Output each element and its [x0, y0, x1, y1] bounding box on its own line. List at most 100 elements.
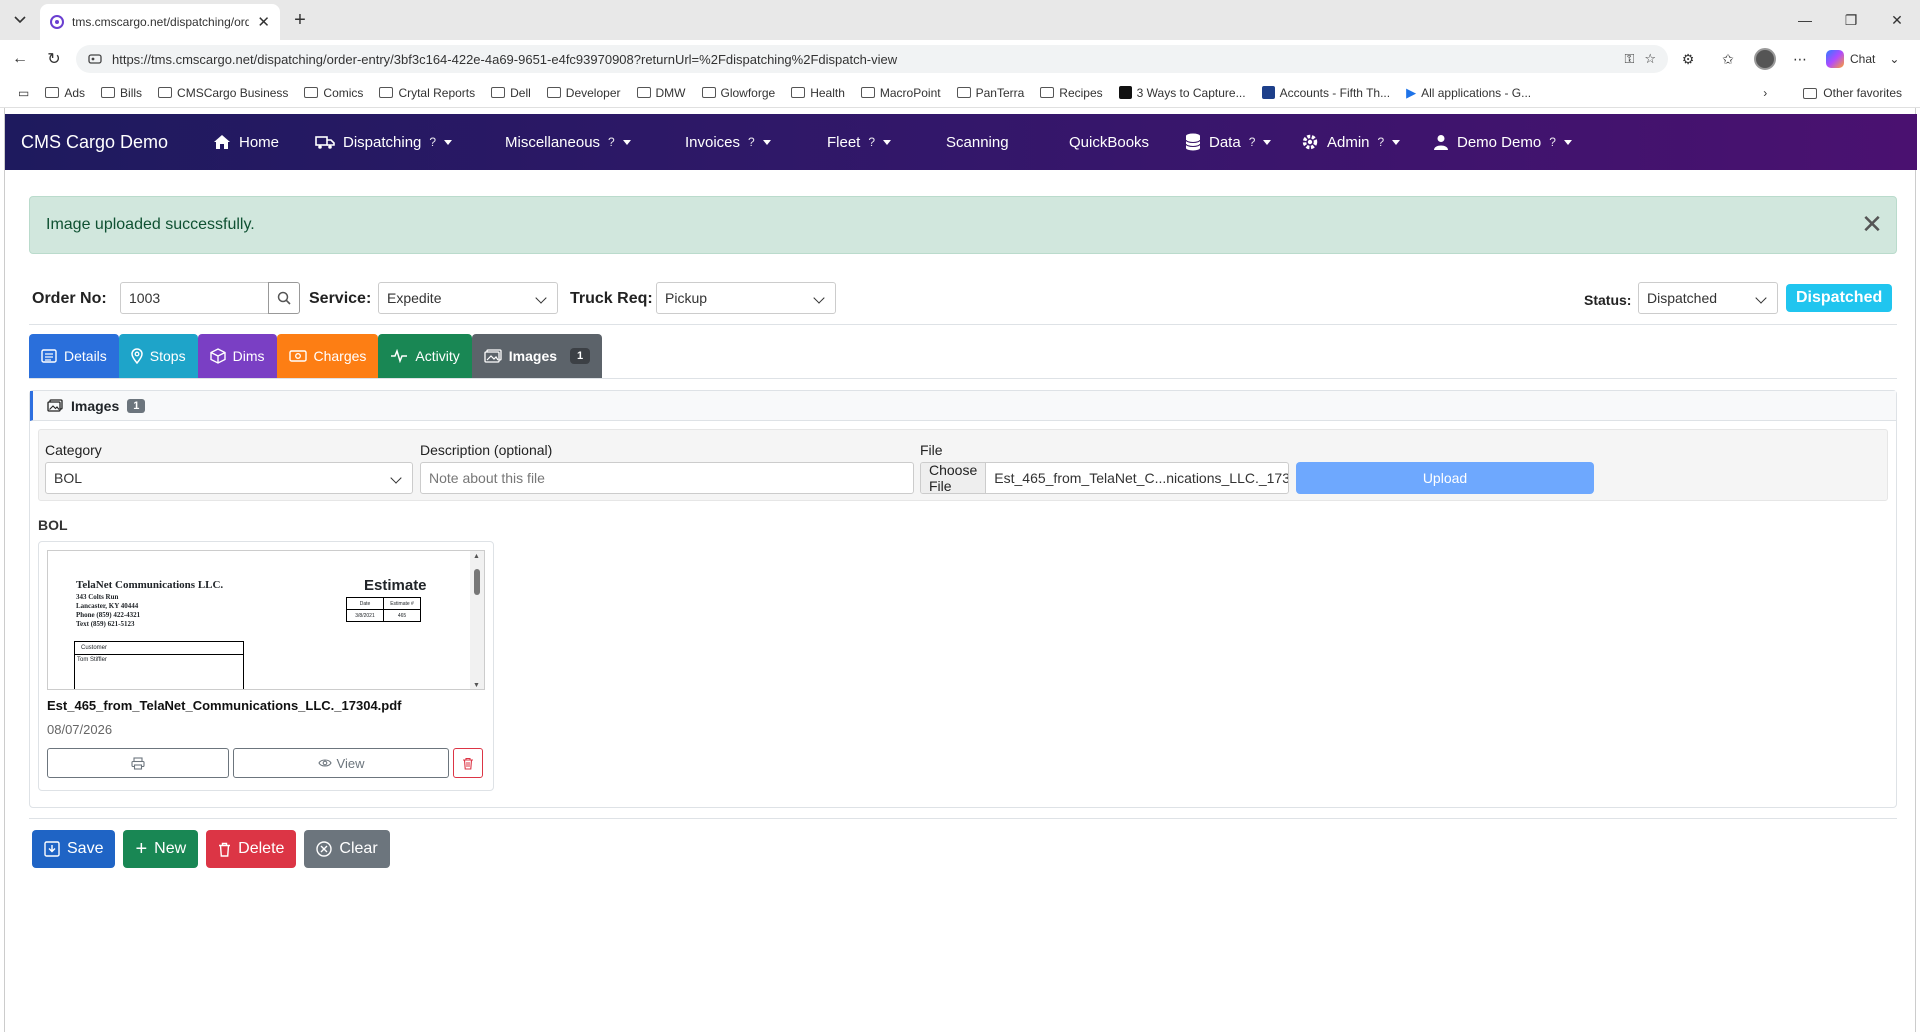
bookmark-item[interactable]: MacroPoint — [853, 86, 949, 100]
save-button[interactable]: Save — [32, 830, 116, 868]
close-tab-icon[interactable]: ✕ — [257, 13, 270, 31]
copilot-chat-button[interactable]: Chat ⌄ — [1826, 47, 1899, 71]
order-search-button[interactable] — [268, 282, 300, 314]
favorite-star-icon[interactable]: ☆ — [1644, 51, 1656, 67]
choose-file-button[interactable]: Choose File — [921, 463, 987, 493]
extensions-icon[interactable]: ⚙ — [1676, 47, 1700, 71]
bookmark-item[interactable]: Glowforge — [694, 86, 784, 100]
delete-button[interactable]: Delete — [206, 830, 297, 868]
bookmark-item[interactable]: Ads — [37, 86, 93, 100]
help-icon[interactable]: ? — [1378, 135, 1385, 149]
folder-icon — [860, 87, 875, 98]
help-icon[interactable]: ? — [868, 135, 875, 149]
nav-fleet[interactable]: Fleet ? — [827, 114, 892, 170]
nav-scanning[interactable]: Scanning — [946, 114, 1009, 170]
truck-req-select[interactable]: Pickup — [656, 282, 836, 314]
restore-icon[interactable]: ❐ — [1828, 0, 1874, 40]
nav-user[interactable]: Demo Demo ? — [1433, 114, 1572, 170]
tab-divider — [29, 378, 1897, 379]
chevron-down-icon[interactable]: ⌄ — [1889, 52, 1899, 66]
folder-icon — [1040, 87, 1055, 98]
nav-data[interactable]: Data ? — [1185, 114, 1272, 170]
window-close-icon[interactable]: ✕ — [1874, 0, 1920, 40]
new-button[interactable]: + New — [123, 830, 199, 868]
tab-charges[interactable]: Charges — [276, 334, 379, 378]
file-input[interactable]: Choose File Est_465_from_TelaNet_C...nic… — [920, 462, 1289, 494]
tab-list-dropdown-icon[interactable] — [8, 8, 32, 32]
help-icon[interactable]: ? — [429, 135, 436, 149]
site-info-icon[interactable] — [88, 52, 102, 66]
nav-home[interactable]: Home — [213, 114, 279, 170]
x-circle-icon — [316, 841, 333, 857]
tab-details[interactable]: Details — [29, 334, 119, 378]
preview-estimate-table: Date Estimate # 3/8/2021 465 — [346, 597, 421, 622]
bookmark-item[interactable]: Accounts - Fifth Th... — [1254, 86, 1398, 100]
clear-button[interactable]: Clear — [304, 830, 390, 868]
upload-button[interactable]: Upload — [1296, 462, 1594, 494]
help-icon[interactable]: ? — [748, 135, 755, 149]
tab-activity[interactable]: Activity — [378, 334, 472, 378]
address-bar[interactable]: https://tms.cmscargo.net/dispatching/ord… — [76, 45, 1668, 73]
bookmark-item[interactable]: Bills — [93, 86, 150, 100]
url-text: https://tms.cmscargo.net/dispatching/ord… — [112, 51, 898, 67]
scroll-thumb[interactable] — [474, 569, 480, 595]
profile-avatar[interactable] — [1754, 48, 1776, 70]
folder-icon — [304, 87, 319, 98]
bookmark-item[interactable]: Crytal Reports — [371, 86, 483, 100]
bookmark-item[interactable]: Recipes — [1032, 86, 1110, 100]
bookmark-item[interactable]: Health — [783, 86, 853, 100]
images-card-header: Images 1 — [30, 391, 1896, 421]
favorites-icon[interactable]: ✩ — [1716, 47, 1740, 71]
pdf-page: TelaNet Communications LLC. 343 Colts Ru… — [48, 551, 472, 689]
view-button[interactable]: View — [233, 748, 449, 778]
tab-images[interactable]: Images 1 — [471, 334, 603, 378]
bookmark-item[interactable]: DMW — [629, 86, 694, 100]
browser-tab-active[interactable]: tms.cmscargo.net/dispatching/ord ✕ — [40, 4, 280, 40]
nav-dispatching[interactable]: Dispatching ? — [315, 114, 453, 170]
chevron-right-icon[interactable]: › — [1763, 86, 1767, 100]
bookmark-item[interactable]: CMSCargo Business — [150, 86, 296, 100]
bookmark-item[interactable]: ▶ All applications - G... — [1398, 85, 1539, 101]
folder-icon — [379, 87, 394, 98]
folder-icon — [45, 87, 60, 98]
nav-miscellaneous[interactable]: Miscellaneous ? — [505, 114, 631, 170]
other-favorites[interactable]: Other favorites — [1823, 86, 1902, 100]
pdf-preview[interactable]: TelaNet Communications LLC. 343 Colts Ru… — [47, 550, 485, 690]
status-select[interactable]: Dispatched — [1638, 282, 1778, 314]
minimize-icon[interactable]: — — [1782, 0, 1828, 40]
reload-icon[interactable]: ↻ — [42, 47, 66, 71]
bookmark-item[interactable]: Developer — [539, 86, 629, 100]
help-icon[interactable]: ? — [608, 135, 615, 149]
brand-link[interactable]: CMS Cargo Demo — [21, 114, 168, 170]
delete-image-button[interactable] — [453, 748, 483, 778]
tab-dims[interactable]: Dims — [197, 334, 277, 378]
more-icon[interactable]: ⋯ — [1788, 47, 1812, 71]
file-label: File — [920, 442, 943, 458]
tab-stops[interactable]: Stops — [118, 334, 198, 378]
scroll-up-icon[interactable]: ▲ — [473, 553, 480, 560]
nav-admin[interactable]: Admin ? — [1301, 114, 1401, 170]
trash-icon — [219, 842, 231, 857]
reading-mode-icon[interactable]: ▭ — [10, 86, 37, 100]
scroll-down-icon[interactable]: ▼ — [473, 682, 480, 689]
close-icon[interactable]: ✕ — [1860, 211, 1884, 237]
bookmark-item[interactable]: Dell — [483, 86, 539, 100]
bookmark-item[interactable]: PanTerra — [949, 86, 1033, 100]
key-icon[interactable]: ⚿ — [1624, 51, 1634, 67]
service-select[interactable]: Expedite — [378, 282, 558, 314]
back-icon[interactable]: ← — [8, 47, 32, 71]
category-select[interactable]: BOL — [45, 462, 413, 494]
help-icon[interactable]: ? — [1249, 135, 1256, 149]
caret-down-icon — [883, 139, 892, 145]
nav-quickbooks[interactable]: QuickBooks — [1069, 114, 1149, 170]
status-badge: Dispatched — [1786, 284, 1893, 312]
new-tab-icon[interactable]: + — [288, 8, 312, 32]
bookmark-item[interactable]: Comics — [296, 86, 371, 100]
preview-scrollbar[interactable]: ▲ ▼ — [470, 551, 484, 689]
order-no-input[interactable]: 1003 — [120, 282, 270, 314]
bookmark-item[interactable]: 3 Ways to Capture... — [1111, 86, 1254, 100]
nav-invoices[interactable]: Invoices ? — [685, 114, 771, 170]
help-icon[interactable]: ? — [1549, 135, 1556, 149]
print-button[interactable] — [47, 748, 229, 778]
description-input[interactable]: Note about this file — [420, 462, 914, 494]
